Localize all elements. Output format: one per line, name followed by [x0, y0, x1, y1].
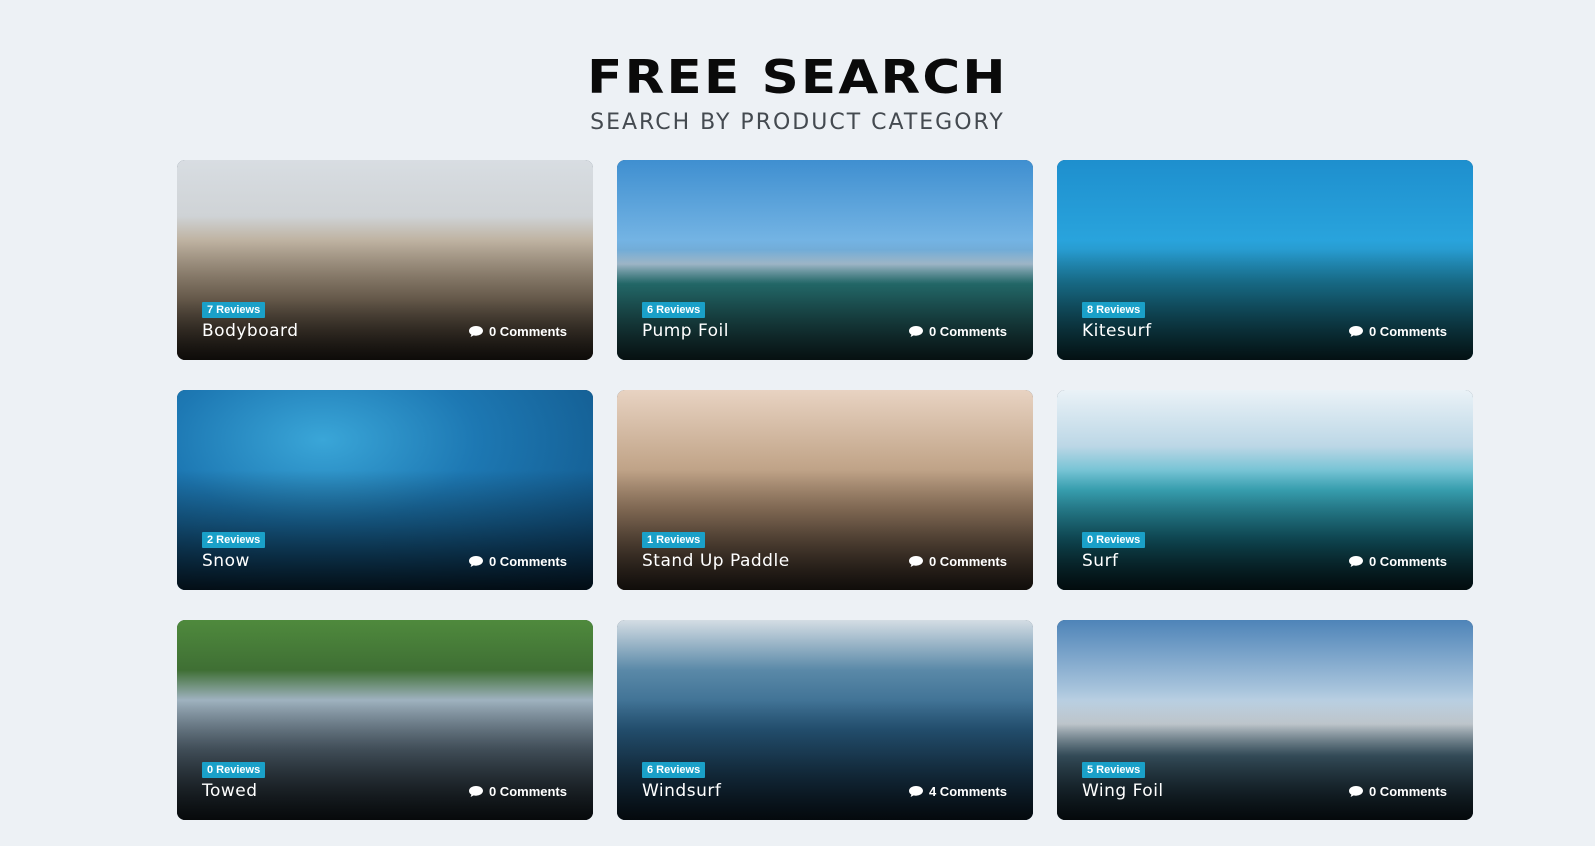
reviews-badge: 8 Reviews: [1082, 302, 1146, 318]
reviews-badge: 0 Reviews: [1082, 532, 1146, 548]
comments-count[interactable]: 0 Comments: [908, 324, 1007, 339]
page-subtitle: SEARCH BY PRODUCT CATEGORY: [590, 110, 1005, 135]
category-title[interactable]: Wing Foil: [1082, 781, 1164, 801]
category-card-snow[interactable]: 2 Reviews Snow 0 Comments: [177, 390, 593, 590]
speech-bubble-icon: [1348, 786, 1363, 797]
comments-count[interactable]: 0 Comments: [1348, 324, 1447, 339]
comments-count[interactable]: 0 Comments: [468, 554, 567, 569]
comments-count[interactable]: 0 Comments: [1348, 784, 1447, 799]
comments-label: 4 Comments: [928, 784, 1007, 799]
reviews-badge: 0 Reviews: [202, 762, 266, 778]
category-card-wing-foil[interactable]: 5 Reviews Wing Foil 0 Comments: [1057, 620, 1473, 820]
category-title[interactable]: Windsurf: [642, 781, 721, 801]
category-grid: 7 Reviews Bodyboard 0 Comments 6 Reviews…: [177, 160, 1473, 820]
reviews-badge: 2 Reviews: [202, 532, 266, 548]
speech-bubble-icon: [468, 556, 483, 567]
comments-count[interactable]: 0 Comments: [908, 554, 1007, 569]
category-card-windsurf[interactable]: 6 Reviews Windsurf 4 Comments: [617, 620, 1033, 820]
reviews-badge: 5 Reviews: [1082, 762, 1146, 778]
page-title: FREE SEARCH: [587, 50, 1008, 104]
speech-bubble-icon: [1348, 556, 1363, 567]
category-card-bodyboard[interactable]: 7 Reviews Bodyboard 0 Comments: [177, 160, 593, 360]
comments-count[interactable]: 0 Comments: [468, 784, 567, 799]
speech-bubble-icon: [468, 326, 483, 337]
category-title[interactable]: Snow: [202, 551, 250, 571]
category-card-towed[interactable]: 0 Reviews Towed 0 Comments: [177, 620, 593, 820]
comments-count[interactable]: 4 Comments: [908, 784, 1007, 799]
comments-label: 0 Comments: [488, 784, 567, 799]
comments-label: 0 Comments: [1368, 554, 1447, 569]
category-title[interactable]: Stand Up Paddle: [642, 551, 790, 571]
speech-bubble-icon: [908, 326, 923, 337]
comments-label: 0 Comments: [928, 324, 1007, 339]
speech-bubble-icon: [908, 556, 923, 567]
comments-count[interactable]: 0 Comments: [468, 324, 567, 339]
category-card-kitesurf[interactable]: 8 Reviews Kitesurf 0 Comments: [1057, 160, 1473, 360]
category-card-pump-foil[interactable]: 6 Reviews Pump Foil 0 Comments: [617, 160, 1033, 360]
category-card-surf[interactable]: 0 Reviews Surf 0 Comments: [1057, 390, 1473, 590]
comments-label: 0 Comments: [1368, 784, 1447, 799]
reviews-badge: 1 Reviews: [642, 532, 706, 548]
comments-label: 0 Comments: [488, 324, 567, 339]
reviews-badge: 7 Reviews: [202, 302, 266, 318]
comments-label: 0 Comments: [1368, 324, 1447, 339]
reviews-badge: 6 Reviews: [642, 302, 706, 318]
category-title[interactable]: Towed: [202, 781, 258, 801]
speech-bubble-icon: [908, 786, 923, 797]
category-card-stand-up-paddle[interactable]: 1 Reviews Stand Up Paddle 0 Comments: [617, 390, 1033, 590]
category-title[interactable]: Bodyboard: [202, 321, 299, 341]
speech-bubble-icon: [468, 786, 483, 797]
reviews-badge: 6 Reviews: [642, 762, 706, 778]
comments-label: 0 Comments: [488, 554, 567, 569]
category-title[interactable]: Kitesurf: [1082, 321, 1152, 341]
comments-label: 0 Comments: [928, 554, 1007, 569]
category-title[interactable]: Pump Foil: [642, 321, 729, 341]
category-title[interactable]: Surf: [1082, 551, 1119, 571]
speech-bubble-icon: [1348, 326, 1363, 337]
comments-count[interactable]: 0 Comments: [1348, 554, 1447, 569]
